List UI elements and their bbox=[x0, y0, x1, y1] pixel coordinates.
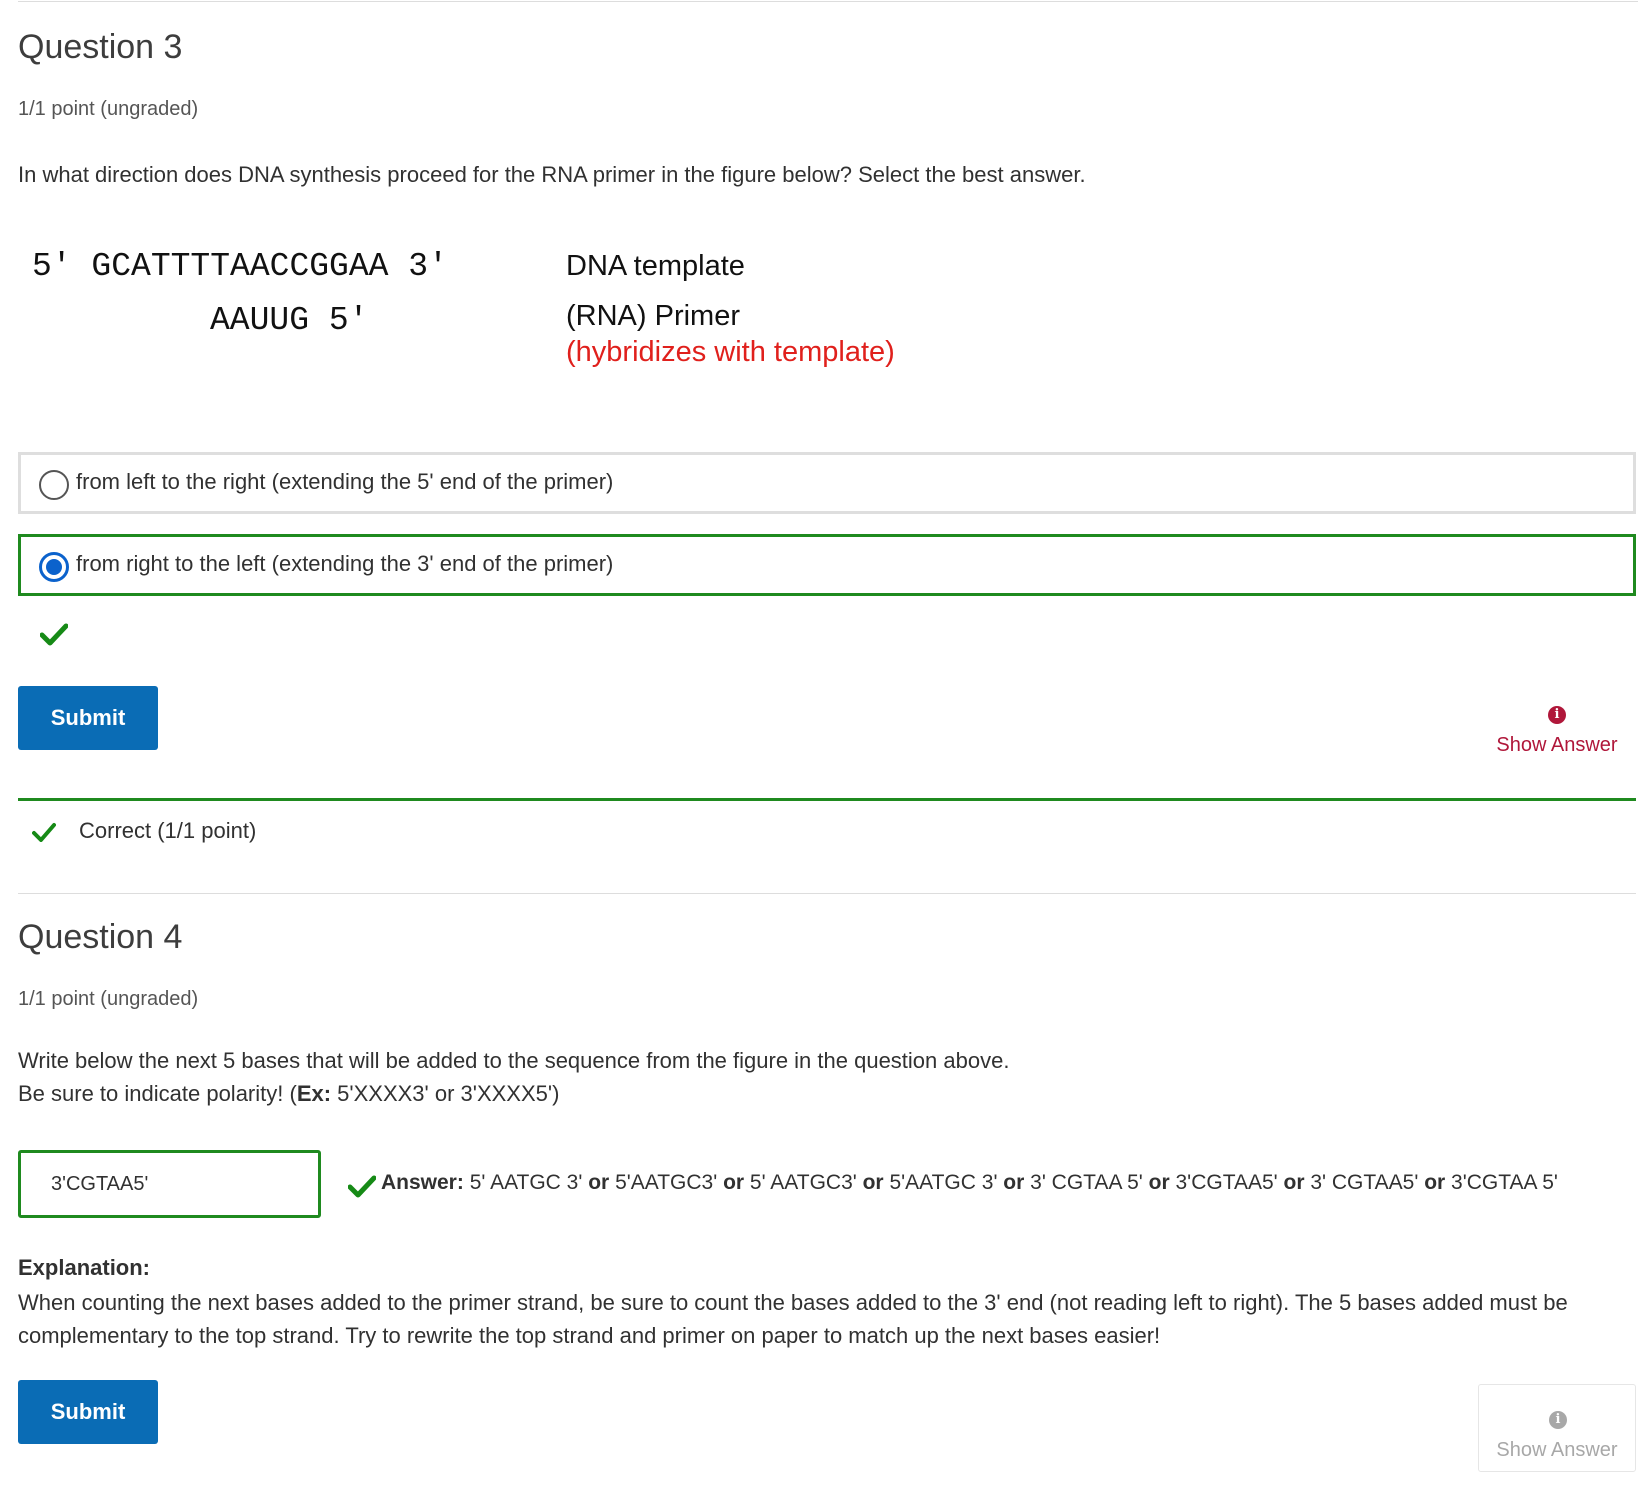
result-bar bbox=[18, 798, 1636, 801]
show-answer-label: Show Answer bbox=[1496, 734, 1618, 756]
choice-label: from right to the left (extending the 3'… bbox=[76, 551, 614, 576]
question-4-title: Question 4 bbox=[18, 918, 183, 956]
check-icon bbox=[39, 622, 69, 651]
answer-7: 3'CGTAA 5' bbox=[1451, 1171, 1558, 1194]
prompt-line-2-prefix: Be sure to indicate polarity! ( bbox=[18, 1081, 297, 1106]
show-answer-button-q3[interactable]: i Show Answer bbox=[1478, 706, 1636, 762]
primer-sequence: AAUUG 5′ bbox=[210, 302, 369, 339]
show-answer-button-q4[interactable]: i Show Answer bbox=[1478, 1384, 1636, 1472]
result-text: Correct (1/1 point) bbox=[79, 818, 257, 843]
answer-input[interactable] bbox=[18, 1150, 321, 1218]
prompt-example-label: Ex: bbox=[296, 1081, 332, 1106]
prompt-line-1: Write below the next 5 bases that will b… bbox=[18, 1048, 1010, 1073]
explanation-title: Explanation: bbox=[18, 1255, 151, 1280]
answer-label: Answer: bbox=[381, 1171, 464, 1194]
info-icon: i bbox=[1548, 706, 1566, 724]
choice-right-to-left[interactable]: from right to the left (extending the 3'… bbox=[18, 534, 1636, 596]
radio-button-unchecked[interactable] bbox=[39, 470, 69, 500]
or-word: or bbox=[1424, 1171, 1446, 1194]
template-label: DNA template bbox=[566, 250, 745, 282]
explanation-body: When counting the next bases added to th… bbox=[18, 1290, 1568, 1348]
primer-label: (RNA) Primer bbox=[566, 300, 740, 332]
or-word: or bbox=[1148, 1171, 1170, 1194]
submit-button-q4[interactable]: Submit bbox=[18, 1380, 158, 1444]
or-word: or bbox=[1003, 1171, 1025, 1194]
answer-6: 3' CGTAA5' bbox=[1310, 1171, 1419, 1194]
or-word: or bbox=[588, 1171, 610, 1194]
radio-button-checked[interactable] bbox=[39, 552, 69, 582]
submit-button-q3[interactable]: Submit bbox=[18, 686, 158, 750]
prompt-line-2-suffix: 5'XXXX3' or 3'XXXX5') bbox=[331, 1081, 560, 1106]
check-icon bbox=[32, 822, 56, 847]
correct-answers: Answer: 5' AATGC 3' or 5'AATGC3' or 5' A… bbox=[381, 1171, 1558, 1195]
choice-label: from left to the right (extending the 5'… bbox=[76, 469, 614, 494]
info-icon: i bbox=[1549, 1411, 1567, 1429]
answer-5: 3'CGTAA5' bbox=[1175, 1171, 1278, 1194]
top-divider bbox=[18, 1, 1638, 2]
question-4-prompt: Write below the next 5 bases that will b… bbox=[18, 1044, 1009, 1110]
section-divider bbox=[18, 893, 1636, 894]
answer-0: 5' AATGC 3' bbox=[469, 1171, 583, 1194]
choice-left-to-right[interactable]: from left to the right (extending the 5'… bbox=[18, 452, 1636, 514]
template-sequence: 5′ GCATTTTAACCGGAA 3′ bbox=[32, 248, 448, 285]
question-3-points: 1/1 point (ungraded) bbox=[18, 98, 199, 120]
or-word: or bbox=[723, 1171, 745, 1194]
or-word: or bbox=[1283, 1171, 1305, 1194]
question-4-points: 1/1 point (ungraded) bbox=[18, 988, 199, 1010]
question-3-title: Question 3 bbox=[18, 28, 183, 66]
primer-note: (hybridizes with template) bbox=[566, 336, 895, 368]
or-word: or bbox=[862, 1171, 884, 1194]
question-3-prompt: In what direction does DNA synthesis pro… bbox=[18, 162, 1086, 187]
answer-4: 3' CGTAA 5' bbox=[1030, 1171, 1143, 1194]
answer-1: 5'AATGC3' bbox=[615, 1171, 718, 1194]
check-icon bbox=[347, 1174, 377, 1203]
answer-2: 5' AATGC3' bbox=[749, 1171, 857, 1194]
show-answer-label: Show Answer bbox=[1496, 1439, 1618, 1461]
answer-3: 5'AATGC 3' bbox=[889, 1171, 998, 1194]
prompt-line-2: Be sure to indicate polarity! (Ex: 5'XXX… bbox=[18, 1077, 1009, 1110]
